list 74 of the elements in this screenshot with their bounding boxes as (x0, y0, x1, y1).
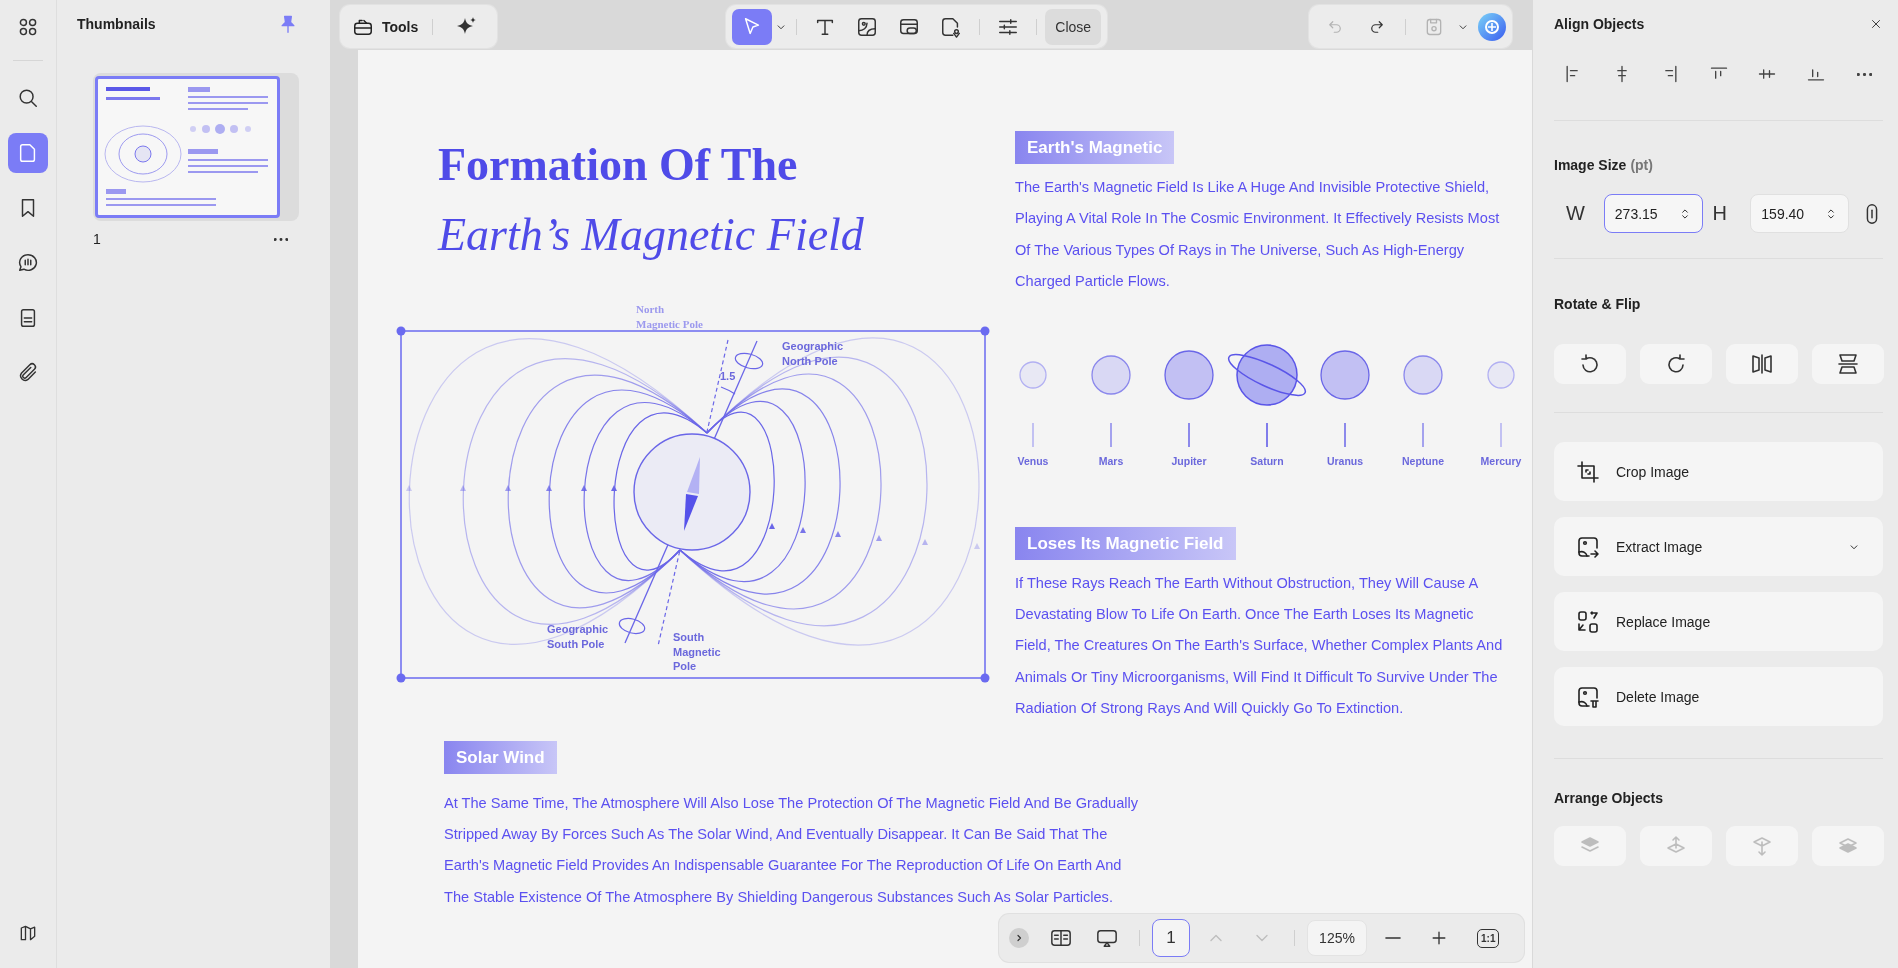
stamp-icon (940, 15, 963, 38)
planet (1019, 361, 1047, 389)
image-action-button[interactable]: Crop Image (1554, 442, 1883, 501)
image-delete-icon (1576, 684, 1600, 709)
swap-icon (1576, 609, 1600, 634)
diagram-label: South Magnetic Pole (673, 631, 721, 672)
image-icon (856, 15, 879, 38)
diagram-label: Geographic South Pole (547, 623, 609, 650)
planet-label: Neptune (1402, 454, 1444, 467)
page-thumbnail[interactable] (93, 73, 299, 221)
diagram-label: 1.5 (720, 370, 736, 382)
paperclip-icon (17, 362, 39, 384)
paragraph: The Earth's Magnetic Field Is Like A Huge And Invisible Protective Shield, Playing A Vital Role In The Cosmic Environment. It Effectively Resists Most Of The Various Types Of Rays in The Universe, Such As High-Energy Charged Particle Flows. (1015, 178, 1501, 292)
image-action-button[interactable]: Replace Image (1554, 592, 1883, 651)
panel-icon (18, 923, 38, 943)
paragraph: At The Same Time, The Atmosphere Will Also Lose The Protection Of The Magnetic Field And Be Gradually Stripped Away By Forces Such As The Solar Wind, And Eventually Disappear. It Can Be Said That The Earth's Magnetic Field Provides An Indispensable Guarantee For The Reproduction Of Life On Earth And The Stable Existence Of The Atmosphere By Shielding Dangerous Substances Such As Solar Particles. (444, 793, 1140, 907)
image-action-button[interactable]: Delete Image (1554, 667, 1883, 726)
comment-icon (17, 252, 39, 274)
flip-horizontal-icon (1750, 352, 1774, 376)
flip-vertical-icon (1836, 352, 1860, 376)
assistant-icon[interactable] (1478, 12, 1507, 41)
close-button[interactable]: Close (1045, 8, 1102, 45)
planet (1487, 361, 1515, 389)
book-icon (1050, 927, 1072, 949)
apps-icon (17, 16, 39, 38)
diagram-label: North Magnetic Pole (636, 303, 703, 330)
rotate-flip-button[interactable] (1554, 344, 1626, 384)
paragraph: If These Rays Reach The Earth Without Obstruction, They Will Cause A Devastating Blow To Life On Earth. Once The Earth Loses Its Magnetic Field, The Creatures On The Earth's Surface, Whether Complex Plants And Animals Or Tiny Microorganisms, Will Find It Difficult To Survive Under The Radiation Of Strong Rays And Will Quickly Go To Extinction. (1015, 573, 1504, 719)
planet (1091, 355, 1131, 395)
planet (1320, 350, 1370, 400)
image-export-icon (1576, 534, 1600, 559)
search-icon (17, 87, 39, 109)
planet (1403, 355, 1443, 395)
panel-title: Thumbnails (77, 16, 156, 32)
height-label: H (1712, 202, 1728, 225)
page-subtitle: Earth’s Magnetic Field (438, 208, 865, 262)
planet (1164, 350, 1214, 400)
section-heading: Earth's Magnetic (1015, 131, 1175, 164)
section-title: Image Size (1554, 157, 1627, 173)
rotate-flip-button[interactable] (1812, 344, 1884, 384)
actual-size-button[interactable]: 1:1 (1477, 928, 1500, 948)
rotate-flip-button[interactable] (1726, 344, 1798, 384)
more-icon (274, 237, 288, 241)
page-number: 1 (93, 231, 101, 247)
close-icon (1869, 17, 1883, 31)
section-heading: Solar Wind (444, 740, 557, 774)
width-label: W (1566, 202, 1586, 225)
crop-icon (1576, 459, 1600, 484)
section-title: Align Objects (1554, 16, 1645, 32)
planet-label: Uranus (1326, 454, 1364, 467)
diagram-label: Geographic North Pole (782, 340, 844, 367)
planet-label: Venus (1017, 454, 1049, 467)
more-icon (1856, 72, 1872, 76)
unit-label: (pt) (1630, 157, 1653, 173)
section-title: Arrange Objects (1554, 790, 1664, 806)
width-field[interactable]: 273.15 (1603, 194, 1703, 233)
section-title: Rotate & Flip (1554, 296, 1642, 312)
rotate-flip-button[interactable] (1640, 344, 1712, 384)
page-title: Formation Of The (438, 138, 799, 192)
close-button[interactable] (1869, 17, 1883, 31)
height-field[interactable]: 159.40 (1750, 194, 1849, 233)
planet-label: Mercury (1480, 454, 1522, 467)
page-number-field[interactable]: 1 (1152, 919, 1190, 957)
zoom-field[interactable]: 125% (1307, 920, 1367, 956)
minus-icon (1385, 937, 1401, 939)
tools-button[interactable]: Tools (352, 15, 419, 38)
expand-button[interactable] (1009, 928, 1029, 948)
section-heading: Loses Its Magnetic Field (1015, 526, 1236, 560)
planet-label: Jupiter (1171, 454, 1207, 467)
screen-icon (1096, 927, 1118, 949)
send-backward-icon (1750, 834, 1774, 858)
planet-label: Saturn (1250, 454, 1284, 467)
image-action-button[interactable]: Extract Image (1554, 517, 1883, 576)
planet-label: Mars (1098, 454, 1124, 467)
